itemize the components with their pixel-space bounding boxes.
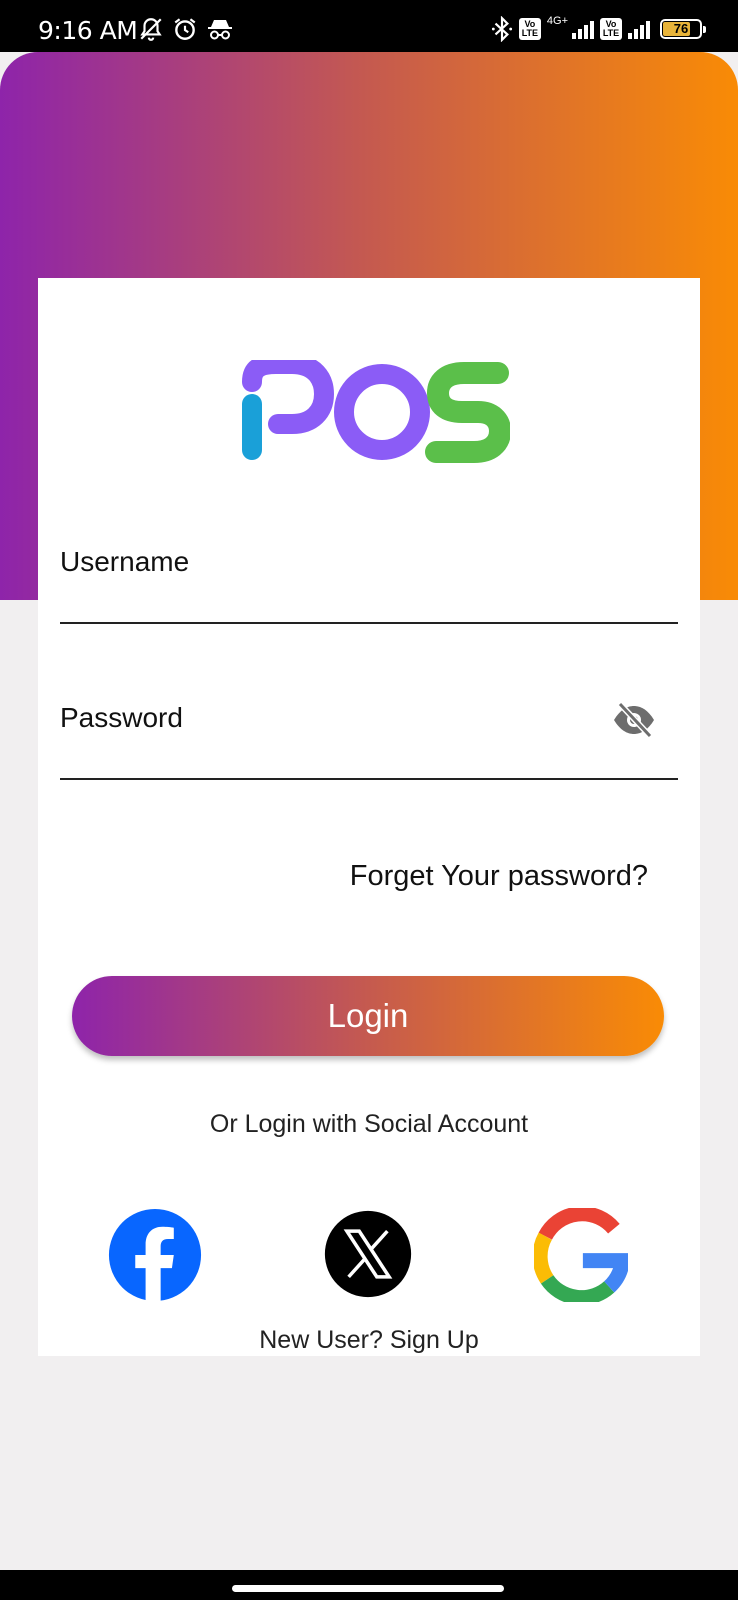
bluetooth-icon (491, 16, 512, 42)
x-icon[interactable] (324, 1210, 412, 1298)
alarm-icon (174, 18, 196, 40)
forgot-password-link[interactable]: Forget Your password? (350, 860, 648, 893)
login-button[interactable]: Login (72, 976, 664, 1056)
battery-icon: 76 (660, 19, 706, 39)
google-icon[interactable] (534, 1208, 628, 1302)
notification-muted-icon (140, 18, 162, 41)
signup-link[interactable]: New User? Sign Up (38, 1326, 700, 1355)
battery-level: 76 (673, 21, 689, 36)
incognito-icon (208, 20, 232, 40)
network-type: 4G+ (546, 15, 568, 27)
social-login-caption: Or Login with Social Account (209, 1110, 529, 1138)
password-label: Password (60, 702, 183, 733)
username-label: Username (60, 546, 190, 577)
logo-letter-p (242, 360, 335, 460)
facebook-icon[interactable] (108, 1208, 202, 1302)
status-bar: 9:16 AM Vo LTE 4G+ Vo LTE 76 (0, 0, 738, 52)
volte-badge-2: Vo LTE (600, 18, 622, 40)
login-card: Username Password Forget Your password? … (38, 278, 700, 1356)
signal-icon (572, 19, 594, 39)
pos-logo (242, 360, 510, 463)
eye-off-icon[interactable] (612, 702, 656, 738)
password-field[interactable]: Password (60, 694, 678, 780)
status-right-icons: Vo LTE 4G+ Vo LTE 76 (491, 15, 706, 42)
logo-letter-o (334, 364, 430, 460)
status-left-icons (138, 16, 234, 42)
volte-badge-1: Vo LTE (518, 18, 541, 40)
home-indicator[interactable] (232, 1585, 504, 1592)
logo-letter-s (425, 362, 510, 463)
username-field[interactable]: Username (60, 538, 678, 624)
signal-icon-2 (628, 19, 650, 39)
status-time: 9:16 AM (38, 16, 138, 45)
